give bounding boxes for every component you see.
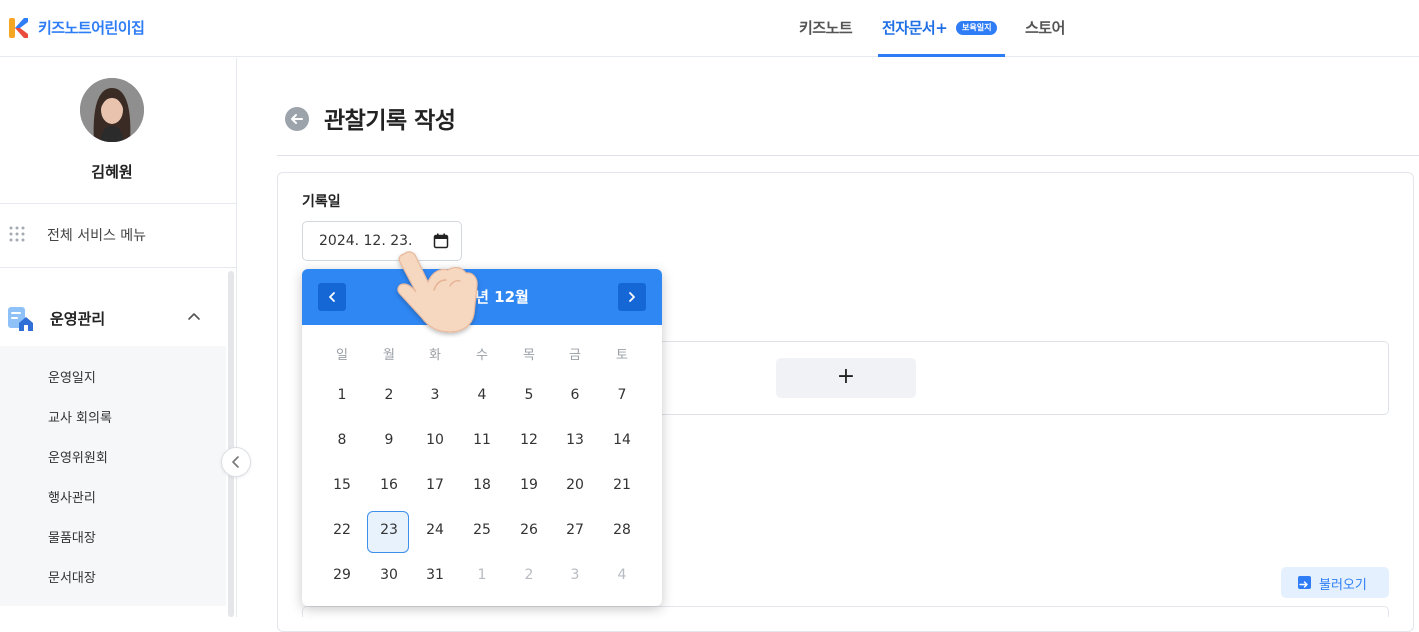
calendar-day[interactable]: 1 bbox=[322, 387, 362, 403]
arrow-right-icon bbox=[1299, 581, 1308, 588]
nav-tab-edocument[interactable]: 전자문서+ bbox=[882, 17, 948, 38]
operations-submenu: 운영일지 교사 회의록 운영위원회 행사관리 물품대장 문서대장 bbox=[0, 346, 226, 606]
user-name: 김혜원 bbox=[91, 163, 133, 181]
chevron-left-icon bbox=[232, 456, 239, 468]
weekday-label: 월 bbox=[383, 348, 395, 363]
weekday-label: 토 bbox=[616, 348, 628, 363]
load-button-label: 불러오기 bbox=[1319, 578, 1367, 593]
sidebar-item-teacher-meeting[interactable]: 교사 회의록 bbox=[48, 407, 112, 426]
weekday-label: 금 bbox=[569, 348, 581, 363]
sidebar-scrollbar[interactable] bbox=[228, 271, 234, 617]
kidsnote-logo-icon[interactable] bbox=[8, 17, 28, 39]
calendar-day[interactable]: 19 bbox=[509, 477, 549, 493]
calendar-day-next-month[interactable]: 1 bbox=[462, 567, 502, 583]
profile-photo bbox=[80, 78, 144, 142]
divider bbox=[0, 203, 236, 204]
arrow-left-icon bbox=[291, 114, 303, 124]
calendar-day[interactable]: 12 bbox=[509, 432, 549, 448]
pointing-hand-icon bbox=[397, 251, 478, 333]
chevron-up-icon[interactable] bbox=[187, 310, 201, 322]
active-tab-indicator bbox=[878, 54, 1005, 57]
sidebar-item-documents[interactable]: 문서대장 bbox=[48, 567, 96, 586]
grid-menu-icon[interactable] bbox=[9, 226, 25, 242]
nav-tab-kidsnote[interactable]: 키즈노트 bbox=[799, 17, 853, 38]
calendar-day[interactable]: 7 bbox=[602, 387, 642, 403]
divider bbox=[0, 267, 236, 268]
add-button[interactable]: + bbox=[776, 358, 916, 398]
weekday-label: 목 bbox=[523, 348, 535, 363]
weekday-label: 수 bbox=[476, 348, 488, 363]
top-navigation-bar: 키즈노트어린이집 키즈노트 전자문서+ 보육일지 스토어 bbox=[0, 0, 1419, 57]
load-button[interactable]: 불러오기 bbox=[1281, 567, 1389, 598]
back-button[interactable] bbox=[285, 107, 309, 131]
calendar-day[interactable]: 25 bbox=[462, 522, 502, 538]
chevron-right-icon bbox=[629, 292, 635, 302]
all-services-menu[interactable]: 전체 서비스 메뉴 bbox=[47, 225, 146, 245]
calendar-day[interactable]: 16 bbox=[369, 477, 409, 493]
calendar-day[interactable]: 27 bbox=[555, 522, 595, 538]
calendar-day[interactable]: 24 bbox=[415, 522, 455, 538]
calendar-day[interactable]: 8 bbox=[322, 432, 362, 448]
weekday-label: 일 bbox=[336, 348, 348, 363]
calendar-day-next-month[interactable]: 2 bbox=[509, 567, 549, 583]
calendar-day[interactable]: 6 bbox=[555, 387, 595, 403]
calendar-day-selected[interactable]: 23 bbox=[369, 522, 409, 538]
date-label: 기록일 bbox=[302, 194, 341, 210]
calendar-day-next-month[interactable]: 4 bbox=[602, 567, 642, 583]
calendar-day[interactable]: 15 bbox=[322, 477, 362, 493]
calendar-day[interactable]: 2 bbox=[369, 387, 409, 403]
calendar-day[interactable]: 17 bbox=[415, 477, 455, 493]
calendar-day[interactable]: 30 bbox=[369, 567, 409, 583]
page-title: 관찰기록 작성 bbox=[324, 108, 456, 134]
calendar-day[interactable]: 29 bbox=[322, 567, 362, 583]
collapse-sidebar-button[interactable] bbox=[221, 447, 251, 477]
brand-name[interactable]: 키즈노트어린이집 bbox=[38, 17, 145, 38]
calendar-day[interactable]: 5 bbox=[509, 387, 549, 403]
weekday-label: 화 bbox=[429, 348, 441, 363]
operations-document-icon bbox=[8, 307, 33, 331]
calendar-day[interactable]: 20 bbox=[555, 477, 595, 493]
sidebar-section-operations[interactable]: 운영관리 bbox=[50, 308, 105, 329]
calendar-day[interactable]: 9 bbox=[369, 432, 409, 448]
sidebar-item-inventory[interactable]: 물품대장 bbox=[48, 527, 96, 546]
avatar[interactable] bbox=[80, 78, 144, 142]
divider bbox=[277, 155, 1419, 156]
calendar-day[interactable]: 10 bbox=[415, 432, 455, 448]
attachment-area bbox=[640, 341, 1389, 415]
calendar-day[interactable]: 13 bbox=[555, 432, 595, 448]
import-icon bbox=[1298, 576, 1311, 589]
calendar-day[interactable]: 18 bbox=[462, 477, 502, 493]
calendar-day[interactable]: 26 bbox=[509, 522, 549, 538]
sidebar: 김혜원 전체 서비스 메뉴 운영관리 운영일지 교사 회의록 운영위원회 행사관… bbox=[0, 58, 237, 617]
sidebar-item-committee[interactable]: 운영위원회 bbox=[48, 447, 108, 466]
calendar-day[interactable]: 22 bbox=[322, 522, 362, 538]
nav-tab-store[interactable]: 스토어 bbox=[1025, 17, 1065, 38]
calendar-day[interactable]: 3 bbox=[415, 387, 455, 403]
content-box bbox=[302, 606, 1389, 617]
sidebar-item-operation-log[interactable]: 운영일지 bbox=[48, 367, 96, 386]
calendar-day[interactable]: 11 bbox=[462, 432, 502, 448]
calendar-day[interactable]: 14 bbox=[602, 432, 642, 448]
next-month-button[interactable] bbox=[618, 283, 646, 311]
calendar-day[interactable]: 4 bbox=[462, 387, 502, 403]
calendar-day[interactable]: 31 bbox=[415, 567, 455, 583]
calendar-day[interactable]: 28 bbox=[602, 522, 642, 538]
calendar-day-next-month[interactable]: 3 bbox=[555, 567, 595, 583]
nav-badge: 보육일지 bbox=[956, 21, 998, 35]
sidebar-item-events[interactable]: 행사관리 bbox=[48, 487, 96, 506]
calendar-day[interactable]: 21 bbox=[602, 477, 642, 493]
